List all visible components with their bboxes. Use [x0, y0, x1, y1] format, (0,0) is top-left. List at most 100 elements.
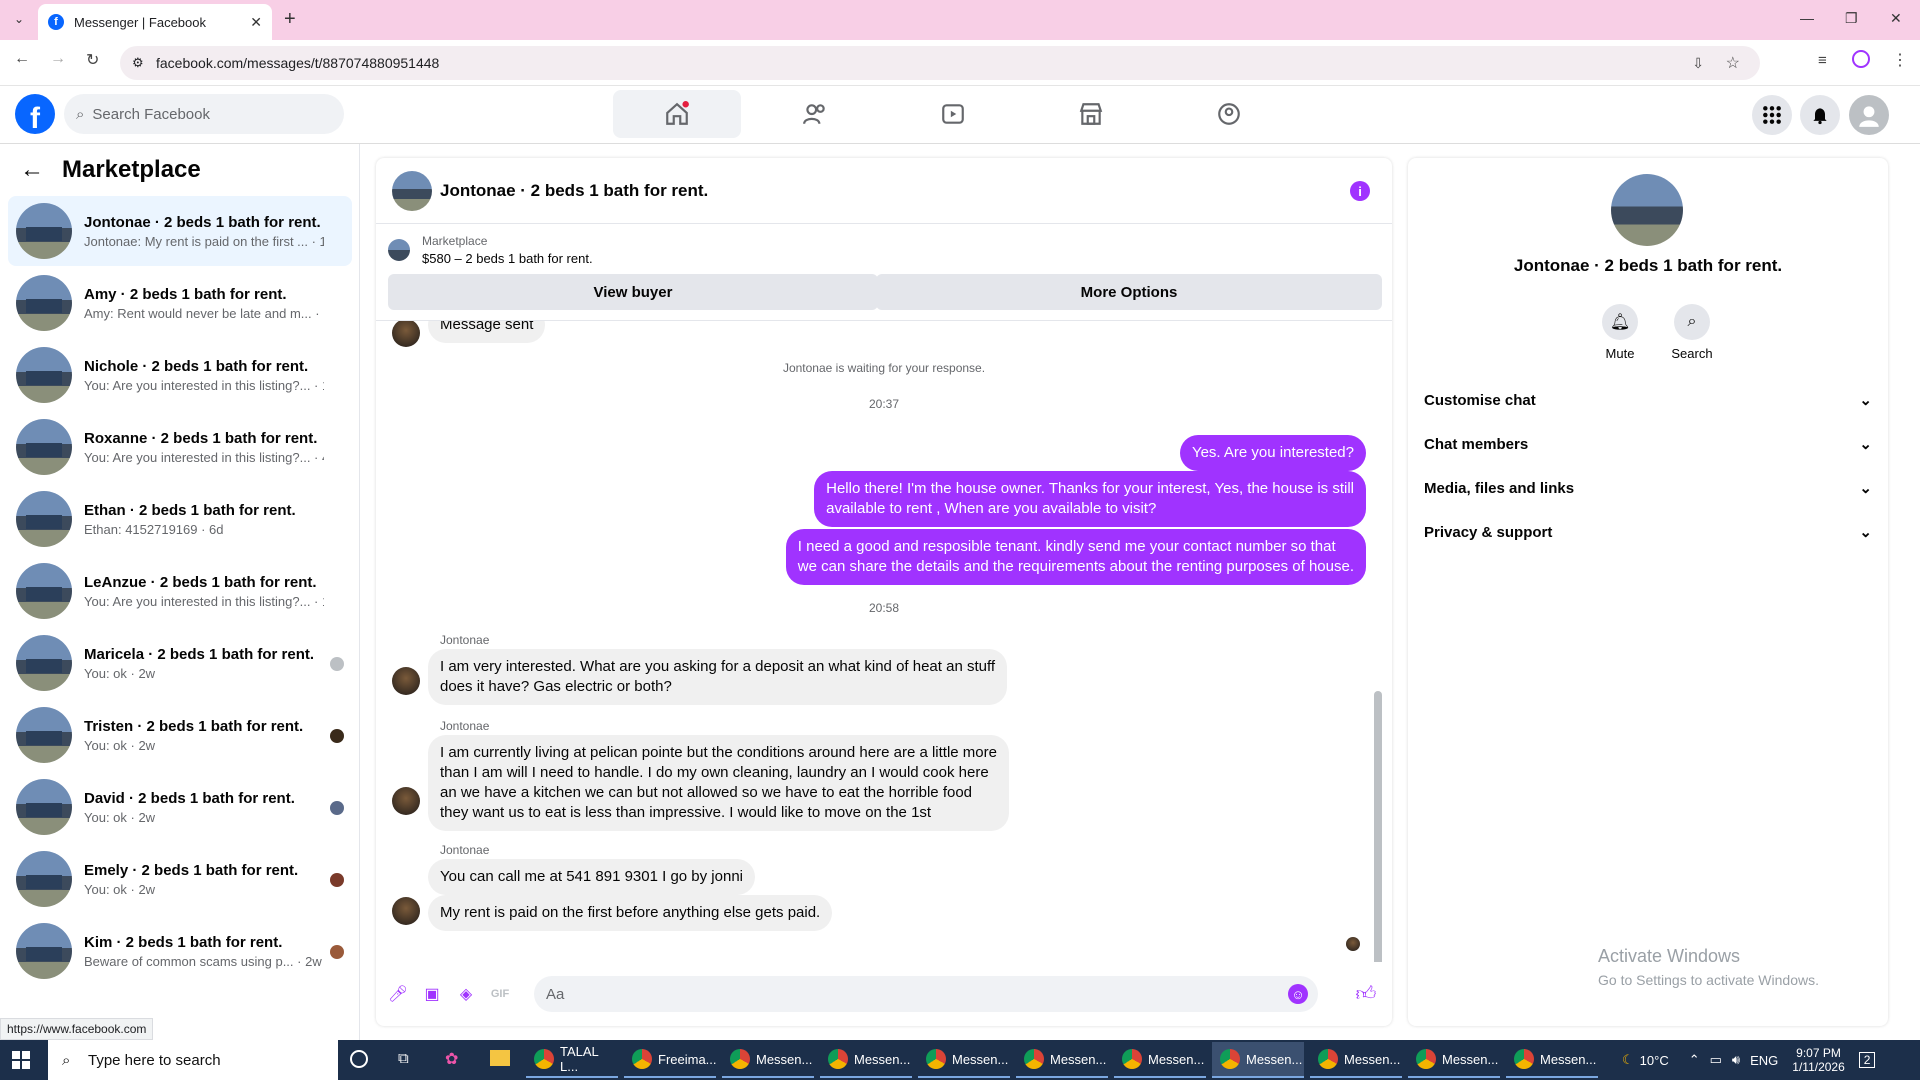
- chrome-icon: [1416, 1049, 1436, 1069]
- nav-gaming[interactable]: [1165, 90, 1293, 138]
- bookmark-star-icon[interactable]: ☆: [1726, 53, 1740, 73]
- close-window-icon[interactable]: ✕: [1890, 10, 1902, 27]
- language-indicator[interactable]: ENG: [1750, 1053, 1778, 1068]
- section-media-files-links[interactable]: Media, files and links ⌄: [1424, 466, 1872, 510]
- notifications-bell-icon[interactable]: [1800, 95, 1840, 135]
- info-icon[interactable]: i: [1350, 181, 1370, 201]
- conversation-item[interactable]: Tristen · 2 beds 1 bath for rent. You: ok…: [8, 700, 352, 770]
- back-arrow-icon[interactable]: ←: [20, 156, 44, 184]
- incoming-message[interactable]: You can call me at 541 891 9301 I go by …: [428, 859, 756, 895]
- taskbar-app-item[interactable]: Messen...: [1310, 1042, 1402, 1078]
- clock[interactable]: 9:07 PM 1/11/2026: [1792, 1046, 1845, 1074]
- taskbar-app-item[interactable]: Freeima...: [624, 1042, 717, 1078]
- thumbs-up-icon[interactable]: 👍︎: [1356, 983, 1377, 1005]
- section-privacy-support[interactable]: Privacy & support ⌄: [1424, 510, 1872, 554]
- conversation-item[interactable]: LeAnzue · 2 beds 1 bath for rent. You: Ar…: [8, 556, 352, 626]
- gif-icon[interactable]: GIF: [490, 984, 510, 1004]
- chevron-up-icon[interactable]: ⌃: [1689, 1052, 1700, 1068]
- volume-icon[interactable]: 🔊︎: [1732, 1052, 1740, 1068]
- microphone-icon[interactable]: 🎤︎: [388, 984, 408, 1004]
- notification-center-icon[interactable]: 2: [1858, 1052, 1876, 1068]
- conversation-item[interactable]: Nichole · 2 beds 1 bath for rent. You: Ar…: [8, 340, 352, 410]
- sticker-icon[interactable]: ◈: [456, 984, 476, 1004]
- conversation-item[interactable]: Ethan · 2 beds 1 bath for rent. Ethan: 41…: [8, 484, 352, 554]
- restore-icon[interactable]: ❐: [1845, 10, 1858, 27]
- taskbar-app-item[interactable]: TALAL L...: [526, 1042, 618, 1078]
- site-info-icon[interactable]: ⚙: [132, 55, 144, 71]
- task-view-icon[interactable]: ⧉: [398, 1050, 409, 1067]
- back-icon[interactable]: ←: [14, 50, 30, 68]
- message-line: an we have a kitchen we can but not allo…: [440, 784, 973, 801]
- emoji-icon[interactable]: ☺: [1288, 984, 1308, 1004]
- contact-avatar[interactable]: [1611, 174, 1683, 246]
- conversation-item[interactable]: Kim · 2 beds 1 bath for rent. Beware of c…: [8, 916, 352, 986]
- nav-marketplace[interactable]: [1027, 90, 1155, 138]
- conversation-item[interactable]: Jontonae · 2 beds 1 bath for rent. Jonton…: [8, 196, 352, 266]
- listing-summary[interactable]: Marketplace $580 – 2 beds 1 bath for ren…: [388, 234, 593, 266]
- taskbar-app-item[interactable]: Messen...: [1016, 1042, 1108, 1078]
- view-buyer-button[interactable]: View buyer: [388, 274, 878, 310]
- marketplace-title: Marketplace: [62, 156, 201, 183]
- menu-grid-icon[interactable]: [1752, 95, 1792, 135]
- reload-icon[interactable]: ↻: [86, 50, 99, 70]
- search-conversation-button[interactable]: ⌕ Search: [1662, 304, 1722, 361]
- conversation-item[interactable]: Roxanne · 2 beds 1 bath for rent. You: Ar…: [8, 412, 352, 482]
- incoming-message[interactable]: I am very interested. What are you askin…: [428, 649, 1008, 705]
- message-bubble[interactable]: Message sent: [428, 321, 546, 343]
- network-icon[interactable]: ▭: [1710, 1052, 1722, 1068]
- conversation-item[interactable]: Amy · 2 beds 1 bath for rent. Amy: Rent w…: [8, 268, 352, 338]
- taskbar-item-label: Messen...: [1246, 1051, 1303, 1067]
- section-chat-members[interactable]: Chat members ⌄: [1424, 422, 1872, 466]
- windows-start-icon[interactable]: [12, 1051, 30, 1069]
- taskbar-app-item[interactable]: Messen...: [1408, 1042, 1500, 1078]
- conversation-item[interactable]: Emely · 2 beds 1 bath for rent. You: ok ·…: [8, 844, 352, 914]
- friends-icon: [803, 104, 825, 125]
- outgoing-message[interactable]: Hello there! I'm the house owner. Thanks…: [814, 471, 1366, 527]
- chat-avatar[interactable]: [392, 170, 432, 211]
- chat-title[interactable]: Jontonae · 2 beds 1 bath for rent.: [440, 181, 708, 201]
- taskbar-app-item[interactable]: Messen...: [1506, 1042, 1598, 1078]
- listing-avatar: [16, 275, 72, 331]
- minimize-icon[interactable]: —: [1800, 10, 1814, 26]
- forward-icon[interactable]: →: [50, 50, 66, 68]
- incoming-message[interactable]: My rent is paid on the first before anyt…: [428, 895, 833, 931]
- scrollbar[interactable]: [1374, 691, 1382, 962]
- url-field[interactable]: ⚙ facebook.com/messages/t/88707488095144…: [120, 46, 1760, 80]
- more-options-button[interactable]: More Options: [876, 274, 1382, 310]
- chevron-down-icon: ⌄: [1859, 524, 1872, 541]
- account-avatar[interactable]: [1849, 95, 1889, 135]
- photo-icon[interactable]: ▣: [422, 984, 442, 1004]
- browser-tab[interactable]: f Messenger | Facebook ✕: [38, 4, 272, 40]
- profile-icon[interactable]: [1852, 50, 1870, 68]
- install-app-icon[interactable]: ⇩: [1692, 55, 1704, 72]
- cortana-icon[interactable]: [350, 1050, 368, 1068]
- close-tab-icon[interactable]: ✕: [250, 14, 262, 31]
- taskbar-search[interactable]: ⌕ Type here to search: [48, 1040, 338, 1080]
- conversation-item[interactable]: David · 2 beds 1 bath for rent. You: ok ·…: [8, 772, 352, 842]
- taskbar-app-item[interactable]: Messen...: [820, 1042, 912, 1078]
- conversation-item[interactable]: Maricela · 2 beds 1 bath for rent. You: o…: [8, 628, 352, 698]
- taskbar-app-item[interactable]: Messen...: [722, 1042, 814, 1078]
- search-icon: ⌕: [76, 105, 85, 123]
- taskbar-app-item[interactable]: Messen...: [1212, 1042, 1304, 1078]
- new-tab-icon[interactable]: +: [284, 8, 296, 31]
- nav-home[interactable]: [613, 90, 741, 138]
- search-facebook-input[interactable]: ⌕ Search Facebook: [64, 94, 344, 134]
- facebook-logo-icon[interactable]: f: [15, 94, 55, 134]
- temperature[interactable]: 10°C: [1640, 1053, 1669, 1068]
- taskbar-app-item[interactable]: Messen...: [1114, 1042, 1206, 1078]
- message-input[interactable]: Aa ☺: [534, 976, 1318, 1012]
- media-icon[interactable]: ≡: [1818, 52, 1827, 69]
- app-icon[interactable]: ✿: [445, 1049, 458, 1069]
- file-explorer-icon[interactable]: [490, 1050, 510, 1066]
- mute-button[interactable]: 🔔︎ Mute: [1590, 304, 1650, 361]
- incoming-message[interactable]: I am currently living at pelican pointe …: [428, 735, 1009, 831]
- tab-search-icon[interactable]: ⌄: [14, 12, 24, 26]
- taskbar-app-item[interactable]: Messen...: [918, 1042, 1010, 1078]
- nav-friends[interactable]: [751, 90, 879, 138]
- outgoing-message[interactable]: I need a good and resposible tenant. kin…: [785, 529, 1366, 585]
- chrome-menu-icon[interactable]: ⋮: [1892, 50, 1908, 70]
- nav-video[interactable]: [889, 90, 1017, 138]
- outgoing-message[interactable]: Yes. Are you interested?: [1179, 435, 1366, 471]
- section-customise-chat[interactable]: Customise chat ⌄: [1424, 378, 1872, 422]
